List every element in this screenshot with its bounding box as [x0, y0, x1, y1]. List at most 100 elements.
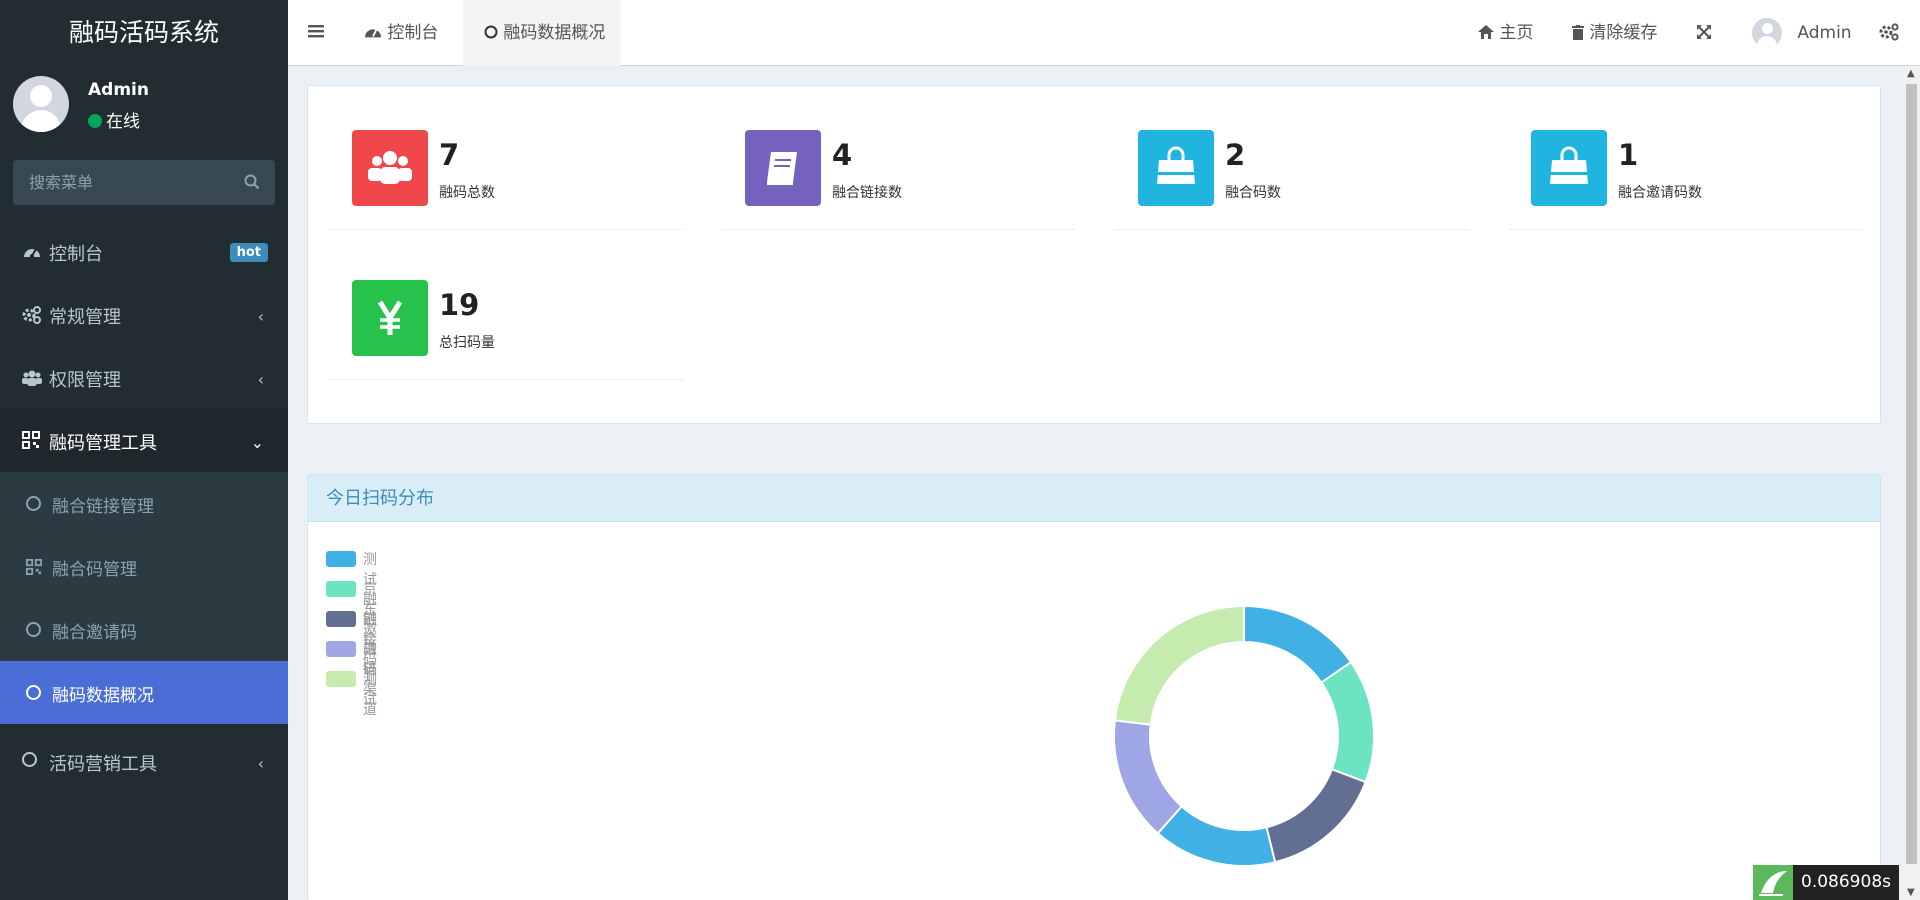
user-panel: Admin 在线	[0, 66, 288, 142]
legend-swatch	[326, 611, 356, 627]
home-icon	[1478, 25, 1494, 39]
yen-icon	[352, 280, 428, 356]
gears-icon	[1879, 23, 1899, 41]
stat-icon-box	[1531, 130, 1607, 206]
user-status: 在线	[88, 107, 140, 132]
stat-icon-box	[745, 130, 821, 206]
circle-icon	[26, 496, 42, 512]
sidebar-subitem-link-manage[interactable]: 融合链接管理	[0, 472, 288, 535]
stat-card-total-codes: 7 融码总数	[329, 130, 683, 230]
pie-slice[interactable]	[1319, 660, 1375, 784]
search-input[interactable]	[13, 160, 233, 205]
scan-distribution-panel: 今日扫码分布 测试融链接 京东邀请码 融合码测试 融链渠道 1	[307, 474, 1881, 900]
tab-label: 控制台	[387, 23, 439, 43]
legend-swatch	[326, 551, 356, 567]
shopping-bag-icon	[1531, 130, 1607, 206]
page-scrollbar[interactable]: ▲ ▼	[1903, 66, 1920, 900]
chevron-down-icon: ⌄	[250, 433, 264, 452]
user-menu[interactable]: Admin	[1752, 0, 1852, 66]
qrcode-icon	[26, 559, 42, 575]
settings-button[interactable]	[1879, 0, 1899, 66]
legend-swatch	[326, 581, 356, 597]
sidebar-subitem-label: 融合链接管理	[52, 497, 154, 517]
fullscreen-button[interactable]	[1696, 0, 1712, 66]
sidebar-menu: 控制台 hot 常规管理 ‹ 权限管理 ‹ 融码管理工具 ⌄ 融合链接管理 融合…	[0, 220, 288, 793]
sidebar-subitem-label: 融码数据概况	[52, 686, 154, 706]
stat-icon-box	[1138, 130, 1214, 206]
pie-slice[interactable]	[1265, 768, 1367, 864]
book-icon	[745, 130, 821, 206]
tab-dashboard[interactable]: 控制台	[350, 0, 449, 66]
stat-label: 总扫码量	[439, 335, 495, 351]
expand-icon	[1697, 25, 1711, 39]
menu-toggle-icon[interactable]	[308, 23, 324, 43]
stat-card-code-count: 2 融合码数	[1115, 130, 1469, 230]
circle-icon	[26, 622, 42, 638]
home-link[interactable]: 主页	[1478, 0, 1533, 66]
clear-cache-button[interactable]: 清除缓存	[1572, 0, 1657, 66]
stat-label: 融合码数	[1225, 185, 1281, 201]
submenu-tools: 融合链接管理 融合码管理 融合邀请码 融码数据概况	[0, 472, 288, 724]
debug-logo-icon	[1753, 865, 1794, 900]
home-label: 主页	[1499, 23, 1534, 43]
sidebar-subitem-invite-code[interactable]: 融合邀请码	[0, 598, 288, 661]
chevron-left-icon: ‹	[257, 370, 264, 389]
sidebar-item-dashboard[interactable]: 控制台 hot	[0, 220, 288, 283]
panel-title: 今日扫码分布	[308, 475, 1880, 522]
trash-icon	[1572, 25, 1584, 40]
tab-label: 融码数据概况	[503, 23, 606, 43]
pie-slice[interactable]	[1113, 604, 1245, 726]
legend-label: 1	[363, 669, 372, 685]
stat-icon-box	[352, 130, 428, 206]
online-dot-icon	[88, 114, 102, 128]
sidebar-item-marketing[interactable]: 活码营销工具 ‹	[0, 730, 288, 793]
sidebar-item-tools[interactable]: 融码管理工具 ⌄	[0, 409, 288, 472]
header-username: Admin	[1797, 23, 1852, 43]
shopping-bag-icon	[1138, 130, 1214, 206]
tab-data-overview[interactable]: 融码数据概况	[463, 0, 621, 66]
search-icon[interactable]	[244, 174, 260, 194]
sidebar-search	[13, 160, 275, 205]
sidebar-subitem-label: 融合码管理	[52, 560, 137, 580]
scroll-down-icon[interactable]: ▼	[1907, 887, 1915, 898]
scrollbar-thumb[interactable]	[1906, 84, 1917, 864]
pie-slice[interactable]	[1113, 719, 1184, 835]
sidebar-item-label: 活码营销工具	[49, 754, 157, 775]
clear-cache-label: 清除缓存	[1589, 23, 1658, 43]
sidebar-item-general[interactable]: 常规管理 ‹	[0, 283, 288, 346]
sidebar-item-label: 常规管理	[49, 307, 121, 328]
stat-label: 融合邀请码数	[1618, 185, 1702, 201]
sidebar-subitem-label: 融合邀请码	[52, 623, 137, 643]
stat-value: 1	[1618, 138, 1639, 172]
scroll-up-icon[interactable]: ▲	[1907, 68, 1915, 79]
circle-icon	[22, 752, 42, 772]
sidebar-item-permission[interactable]: 权限管理 ‹	[0, 346, 288, 409]
donut-chart	[1113, 604, 1375, 867]
sidebar-item-label: 控制台	[49, 244, 103, 265]
pie-slice[interactable]	[1243, 604, 1353, 684]
qrcode-icon	[22, 431, 42, 451]
stats-box: 7 融码总数 4 融合链接数 2 融合码数 1 融合邀请码数 19 总扫码量	[307, 85, 1881, 424]
top-header: 控制台 融码数据概况 主页 清除缓存 Admin	[288, 0, 1920, 66]
user-status-text: 在线	[106, 112, 140, 132]
pie-slice[interactable]	[1156, 804, 1277, 867]
stat-card-link-count: 4 融合链接数	[722, 130, 1076, 230]
sidebar-subitem-code-manage[interactable]: 融合码管理	[0, 535, 288, 598]
chevron-left-icon: ‹	[257, 754, 264, 773]
debug-timer: 0.086908s	[1753, 865, 1899, 900]
sidebar-subitem-data-overview[interactable]: 融码数据概况	[0, 661, 288, 724]
user-name: Admin	[88, 80, 149, 100]
stat-icon-box	[352, 280, 428, 356]
circle-icon	[484, 25, 498, 39]
gears-icon	[22, 305, 42, 325]
sidebar: 融码活码系统 Admin 在线 控制台 hot 常规管理 ‹	[0, 0, 288, 900]
stat-value: 4	[832, 138, 853, 172]
app-title[interactable]: 融码活码系统	[0, 0, 288, 66]
stat-value: 2	[1225, 138, 1246, 172]
chevron-left-icon: ‹	[257, 307, 264, 326]
stat-label: 融合链接数	[832, 185, 902, 201]
stat-label: 融码总数	[439, 185, 495, 201]
users-icon	[22, 368, 42, 388]
sidebar-item-label: 融码管理工具	[49, 433, 157, 454]
legend-swatch	[326, 641, 356, 657]
